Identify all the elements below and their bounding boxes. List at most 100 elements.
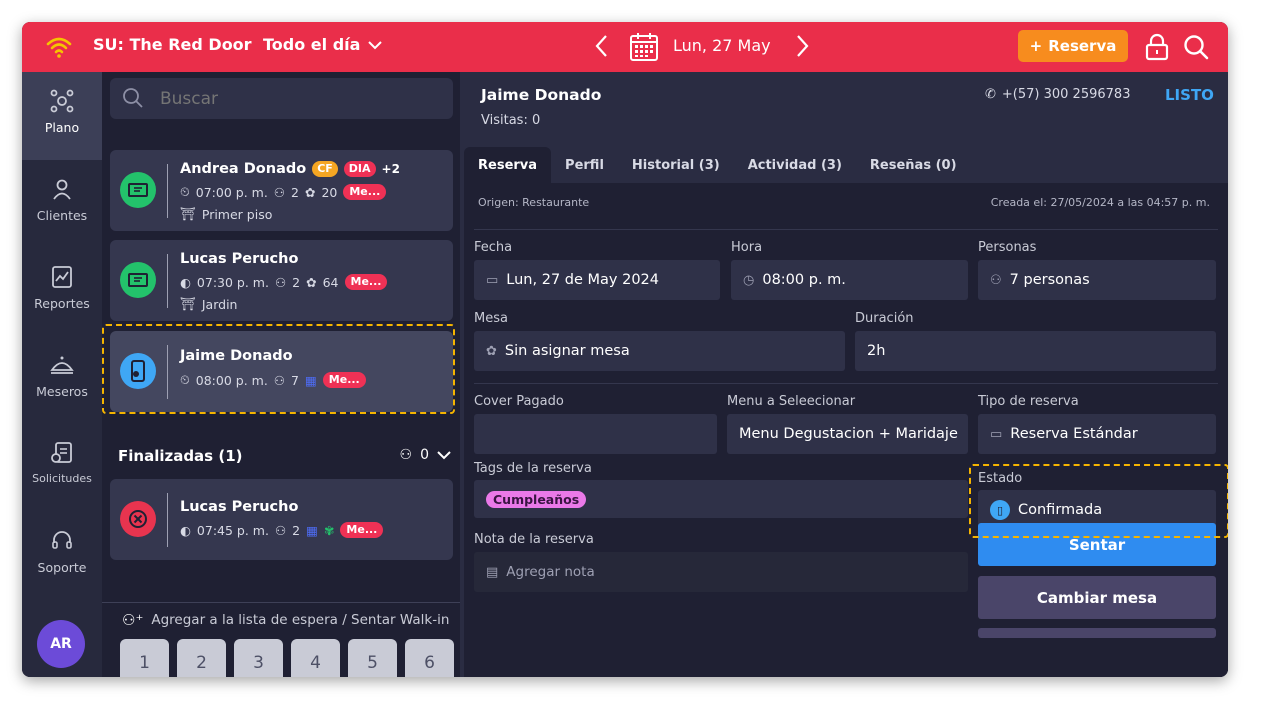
divider: [167, 345, 168, 399]
reservation-card[interactable]: Lucas Perucho ◐ 07:30 p. m. ⚇ 2 ✿ 64 Me.…: [110, 240, 453, 321]
phone-row[interactable]: ✆ +(57) 300 2596783: [985, 87, 1130, 102]
phone-number: +(57) 300 2596783: [1001, 87, 1131, 102]
keypad-key-3[interactable]: 3: [234, 639, 283, 677]
keypad-key-6[interactable]: 6: [405, 639, 454, 677]
reservation-type-field[interactable]: ▭ Reserva Estándar: [978, 414, 1216, 454]
search-icon[interactable]: [1182, 33, 1210, 61]
more-button[interactable]: [978, 628, 1216, 638]
guest-count: 2: [292, 522, 301, 538]
tab-resenas[interactable]: Reseñas (0): [856, 147, 971, 183]
status-seated-icon: [120, 172, 156, 208]
detail-tabs: Reserva Perfil Historial (3) Actividad (…: [464, 147, 971, 183]
reservation-time: 08:00 p. m.: [195, 372, 268, 388]
duration-field[interactable]: 2h: [855, 331, 1216, 371]
duration-value: 2h: [867, 343, 886, 359]
calendar-icon[interactable]: [628, 31, 660, 63]
reservation-time: 07:45 p. m.: [196, 522, 269, 538]
search-box[interactable]: [110, 78, 453, 119]
table-value: Sin asignar mesa: [504, 343, 630, 359]
mesa-label: Mesa: [474, 311, 508, 326]
guest-count: 2: [291, 184, 299, 200]
divider: [167, 254, 168, 308]
created-text: Creada el: 27/05/2024 a las 04:57 p. m.: [990, 196, 1210, 209]
venue-name: SU: The Red Door: [93, 35, 252, 54]
finished-section-header[interactable]: Finalizadas (1) ⚇ 0: [118, 447, 453, 469]
zone-row: ⛩ Jardin: [180, 296, 237, 312]
reservation-card[interactable]: Andrea Donado CF DIA +2 ⏲ 07:00 p. m. ⚇ …: [110, 150, 453, 231]
finished-reservation-card[interactable]: Lucas Perucho ◐ 07:45 p. m. ⚇ 2 ▦ ✾ Me..…: [110, 479, 453, 560]
table-field[interactable]: ✿ Sin asignar mesa: [474, 331, 845, 371]
app-window: SU: The Red Door Todo el día Lun, 27 May…: [22, 22, 1228, 677]
clock-icon: ⏲: [180, 372, 190, 387]
sidebar-item-solicitudes[interactable]: Solicitudes: [22, 424, 102, 512]
sidebar-item-soporte[interactable]: Soporte: [22, 512, 102, 600]
reservation-list-panel: Andrea Donado CF DIA +2 ⏲ 07:00 p. m. ⚇ …: [102, 72, 460, 677]
date-field[interactable]: ▭ Lun, 27 de May 2024: [474, 260, 720, 300]
guest-name: Andrea Donado: [180, 161, 307, 177]
tag-badge: CF: [312, 161, 338, 177]
reservation-form: Origen: Restaurante Creada el: 27/05/202…: [464, 183, 1228, 677]
period-dropdown[interactable]: Todo el día: [263, 35, 383, 54]
plus-icon: +: [1029, 37, 1043, 55]
waiter-icon: [50, 356, 74, 374]
duracion-label: Duración: [855, 311, 914, 326]
gift-icon: ▦: [304, 372, 317, 388]
reservation-meta: ⏲ 08:00 p. m. ⚇ 7 ▦ Me...: [180, 372, 366, 388]
keypad-key-2[interactable]: 2: [177, 639, 226, 677]
phone-icon: ✆: [985, 87, 996, 102]
reservation-time: 07:00 p. m.: [195, 184, 268, 200]
done-button[interactable]: LISTO: [1165, 86, 1214, 104]
reservation-time: 07:30 p. m.: [196, 274, 269, 290]
sidebar-nav: Plano Clientes Reportes Meseros Solicitu…: [22, 72, 102, 677]
keypad-key-1[interactable]: 1: [120, 639, 169, 677]
guests-icon: ⚇: [399, 447, 413, 463]
tab-actividad[interactable]: Actividad (3): [734, 147, 856, 183]
keypad-key-4[interactable]: 4: [291, 639, 340, 677]
zone-name: Jardin: [201, 296, 238, 312]
waitlist-link[interactable]: ⚇⁺ Agregar a la lista de espera / Sentar…: [102, 602, 460, 629]
sidebar-label: Clientes: [36, 208, 88, 223]
sidebar-item-meseros[interactable]: Meseros: [22, 336, 102, 424]
guest-name: Jaime Donado: [180, 348, 293, 364]
sidebar-item-plano[interactable]: Plano: [22, 72, 102, 160]
user-icon: ⚇: [990, 272, 1002, 288]
guest-name-row: Lucas Perucho: [180, 251, 298, 267]
chevron-left-icon[interactable]: [592, 32, 612, 60]
date-value: Lun, 27 de May 2024: [506, 272, 659, 288]
sidebar-label: Soporte: [37, 560, 87, 575]
time-field[interactable]: ◷ 08:00 p. m.: [731, 260, 968, 300]
cover-paid-field[interactable]: [474, 414, 717, 454]
menu-label: Menu a Seleecionar: [727, 394, 856, 409]
tab-reserva[interactable]: Reserva: [464, 147, 552, 183]
reservation-meta: ◐ 07:30 p. m. ⚇ 2 ✿ 64 Me...: [180, 274, 388, 290]
keypad-key-5[interactable]: 5: [348, 639, 397, 677]
change-table-button[interactable]: Cambiar mesa: [978, 576, 1216, 619]
new-reservation-button[interactable]: + Reserva: [1018, 30, 1128, 62]
guest-name-row: Lucas Perucho: [180, 499, 298, 515]
table-icon: ✿: [306, 274, 317, 290]
note-field[interactable]: ▤ Agregar nota: [474, 552, 968, 592]
search-input[interactable]: [160, 78, 440, 119]
current-date[interactable]: Lun, 27 May: [673, 36, 771, 55]
status-cancelled-icon: [120, 501, 156, 537]
hora-label: Hora: [731, 240, 763, 255]
tag-chip[interactable]: Cumpleaños: [486, 490, 587, 508]
party-size-field[interactable]: ⚇ 7 personas: [978, 260, 1216, 300]
tab-historial[interactable]: Historial (3): [618, 147, 734, 183]
tab-perfil[interactable]: Perfil: [551, 147, 618, 183]
sidebar-item-clientes[interactable]: Clientes: [22, 160, 102, 248]
clipboard-icon: ▤: [486, 564, 499, 580]
reservation-meta: ◐ 07:45 p. m. ⚇ 2 ▦ ✾ Me...: [180, 522, 384, 538]
menu-field[interactable]: Menu Degustacion + Maridaje: [727, 414, 968, 454]
lock-icon[interactable]: [1145, 33, 1169, 61]
reservation-card-selected[interactable]: Jaime Donado ⏲ 08:00 p. m. ⚇ 7 ▦ Me...: [110, 331, 453, 412]
seat-button[interactable]: Sentar: [978, 523, 1216, 566]
avatar[interactable]: AR: [37, 620, 85, 668]
sidebar-item-reportes[interactable]: Reportes: [22, 248, 102, 336]
gift-icon: ▦: [306, 522, 318, 538]
chevron-down-icon: [368, 40, 383, 49]
tags-field[interactable]: Cumpleaños: [474, 480, 968, 518]
table-icon: ✿: [304, 184, 316, 200]
chevron-right-icon[interactable]: [792, 32, 812, 60]
wifi-icon: [46, 37, 72, 58]
